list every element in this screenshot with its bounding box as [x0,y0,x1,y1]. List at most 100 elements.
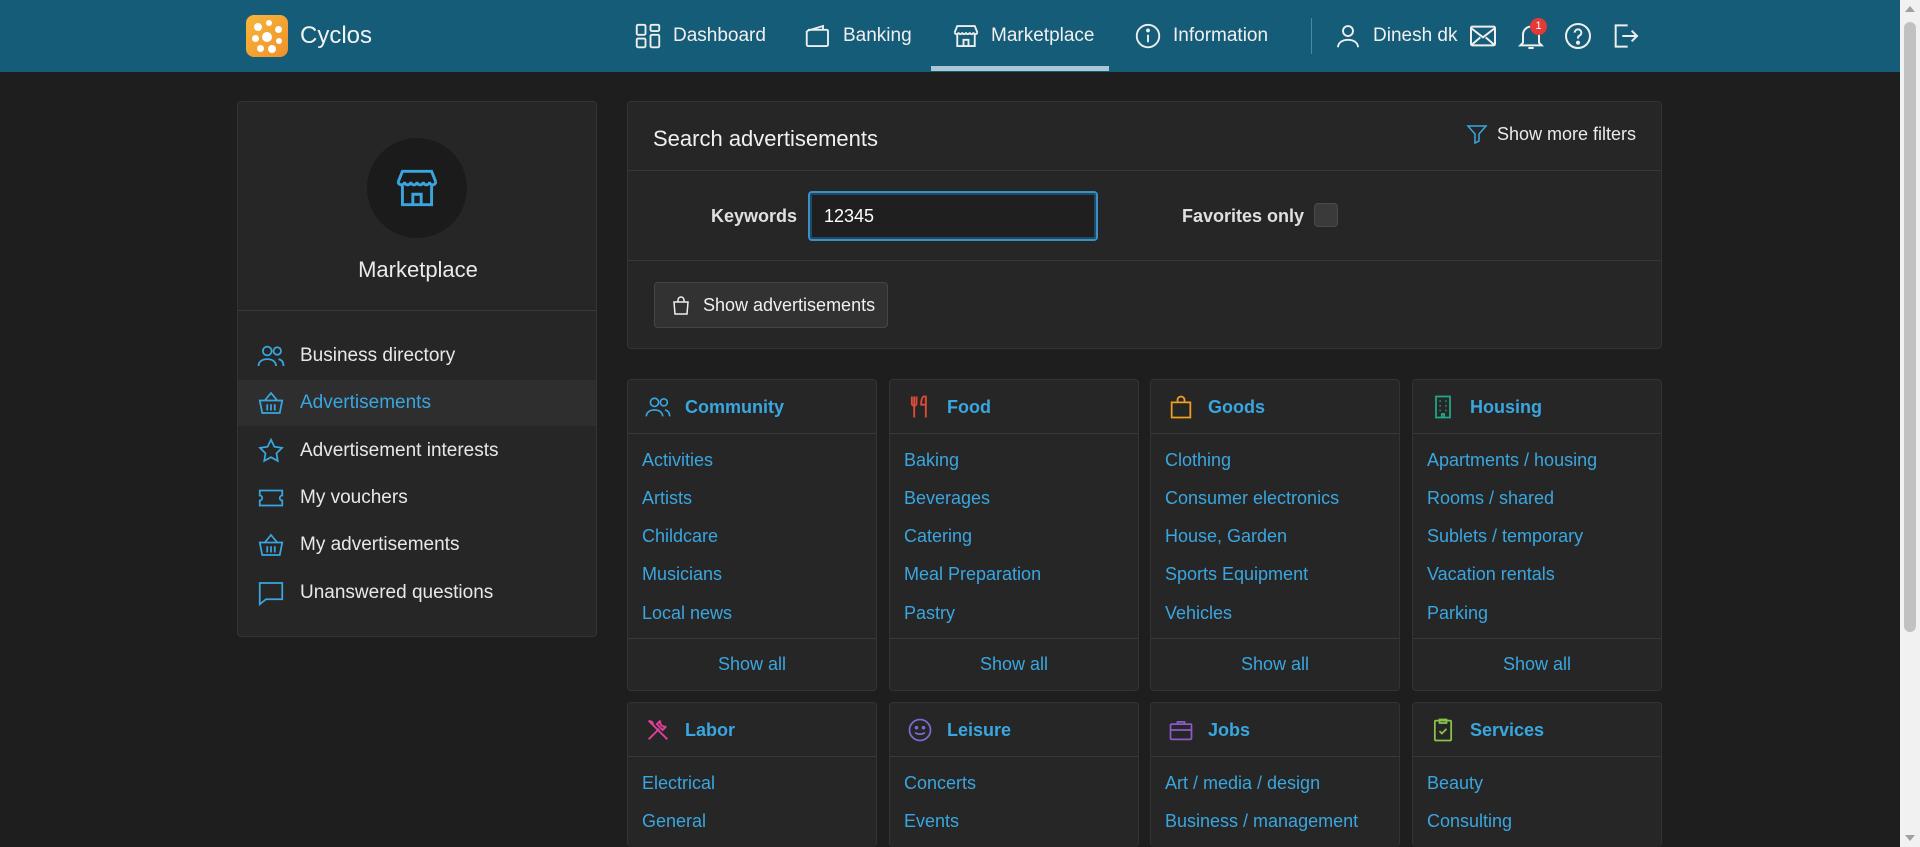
top-bar: Cyclos Dashboard Banking Marketplace Inf… [0,0,1900,72]
category-link[interactable]: Sublets / temporary [1427,526,1583,547]
category-link[interactable]: House, Garden [1165,526,1287,547]
nav-dashboard[interactable]: Dashboard [633,0,766,72]
category-title: Jobs [1208,720,1251,740]
category-header[interactable]: Jobs [1151,703,1399,757]
category-link[interactable]: Apartments / housing [1427,450,1597,471]
nav-information[interactable]: Information [1133,0,1268,72]
category-link[interactable]: Consulting [1427,811,1512,832]
marketplace-avatar [367,138,467,238]
wallet-icon [805,24,829,47]
ticket-icon [258,489,284,507]
nav-dashboard-label: Dashboard [673,25,766,46]
favorites-only-checkbox[interactable] [1314,203,1338,227]
category-link[interactable]: Musicians [642,564,722,585]
search-title: Search advertisements [653,126,878,151]
dashboard-icon [635,23,661,49]
info-icon [1135,23,1161,49]
show-all-link[interactable]: Show all [1151,638,1399,690]
sidebar-item-advertisement-interests[interactable]: Advertisement interests [238,428,596,474]
logout-icon[interactable] [1609,20,1641,52]
category-link[interactable]: Vehicles [1165,603,1232,624]
category-header[interactable]: Goods [1151,380,1399,434]
category-link[interactable]: Parking [1427,603,1488,624]
sidebar-item-business-directory[interactable]: Business directory [238,333,596,379]
nav-banking[interactable]: Banking [803,0,912,72]
category-link[interactable]: Local news [642,603,732,624]
category-title: Community [685,397,784,417]
help-icon[interactable] [1562,20,1594,52]
category-link[interactable]: General [642,811,706,832]
sidebar-item-label: My vouchers [300,487,408,508]
show-more-filters-button[interactable]: Show more filters [1465,122,1636,146]
category-header[interactable]: Leisure [890,703,1138,757]
category-link[interactable]: Baking [904,450,959,471]
category-link[interactable]: Catering [904,526,972,547]
sidebar-item-label: Business directory [300,345,456,366]
category-header[interactable]: Food [890,380,1138,434]
category-link[interactable]: Concerts [904,773,976,794]
category-card-jobs: Jobs Art / media / design Business / man… [1150,702,1400,847]
sidebar-item-label: Unanswered questions [300,582,494,603]
users-icon [257,345,285,367]
category-link[interactable]: Art / media / design [1165,773,1320,794]
filter-icon [1466,125,1488,145]
category-link[interactable]: Beverages [904,488,990,509]
clipboard-check-icon [1433,718,1453,742]
briefcase-icon [1169,720,1193,741]
nav-marketplace[interactable]: Marketplace [951,0,1095,72]
category-link[interactable]: Sports Equipment [1165,564,1308,585]
mail-icon[interactable] [1467,20,1499,52]
category-card-community: Community Activities Artists Childcare M… [627,379,877,691]
keywords-label: Keywords [711,206,798,226]
category-header[interactable]: Services [1413,703,1661,757]
scroll-up-arrow[interactable] [1905,6,1915,12]
sidebar-title: Marketplace [358,257,478,282]
user-menu[interactable]: Dinesh dk [1333,0,1458,72]
basket-icon [258,391,284,414]
shopping-bag-icon [673,296,689,315]
category-link[interactable]: Electrical [642,773,715,794]
category-link[interactable]: Vacation rentals [1427,564,1555,585]
category-header[interactable]: Labor [628,703,876,757]
category-header[interactable]: Housing [1413,380,1661,434]
scroll-down-arrow[interactable] [1905,835,1915,841]
notification-badge: 1 [1530,18,1547,35]
scrollbar[interactable] [1900,0,1920,847]
category-link[interactable]: Events [904,811,959,832]
show-all-link[interactable]: Show all [890,638,1138,690]
category-title: Leisure [947,720,1012,740]
category-link[interactable]: Pastry [904,603,955,624]
sidebar-divider [238,310,596,311]
category-link[interactable]: Consumer electronics [1165,488,1339,509]
store-icon [396,169,438,207]
show-all-link[interactable]: Show all [628,638,876,690]
sidebar-item-my-vouchers[interactable]: My vouchers [238,475,596,521]
fork-knife-icon [910,395,927,418]
nav-information-label: Information [1173,25,1269,46]
category-link[interactable]: Artists [642,488,692,509]
cyclos-logo[interactable] [246,15,288,57]
category-link[interactable]: Beauty [1427,773,1483,794]
category-card-goods: Goods Clothing Consumer electronics Hous… [1150,379,1400,691]
category-link[interactable]: Rooms / shared [1427,488,1554,509]
sidebar-item-advertisements[interactable]: Advertisements [238,380,596,426]
show-all-link[interactable]: Show all [1413,638,1661,690]
show-more-filters-label: Show more filters [1496,123,1636,144]
category-link[interactable]: Clothing [1165,450,1231,471]
sidebar-item-my-advertisements[interactable]: My advertisements [238,522,596,568]
category-link[interactable]: Childcare [642,526,718,547]
category-header[interactable]: Community [628,380,876,434]
category-link[interactable]: Business / management [1165,811,1358,832]
category-link[interactable]: Meal Preparation [904,564,1041,585]
sidebar-item-unanswered-questions[interactable]: Unanswered questions [238,570,596,616]
chat-icon [258,582,284,607]
keywords-input[interactable] [808,191,1098,241]
category-link[interactable]: Activities [642,450,713,471]
users-icon [645,397,671,417]
show-advertisements-button[interactable]: Show advertisements [654,282,888,328]
star-icon [258,437,284,463]
sidebar-item-label: My advertisements [300,534,460,555]
category-card-food: Food Baking Beverages Catering Meal Prep… [889,379,1139,691]
scrollbar-thumb[interactable] [1904,22,1916,632]
app-title[interactable]: Cyclos [300,22,372,50]
